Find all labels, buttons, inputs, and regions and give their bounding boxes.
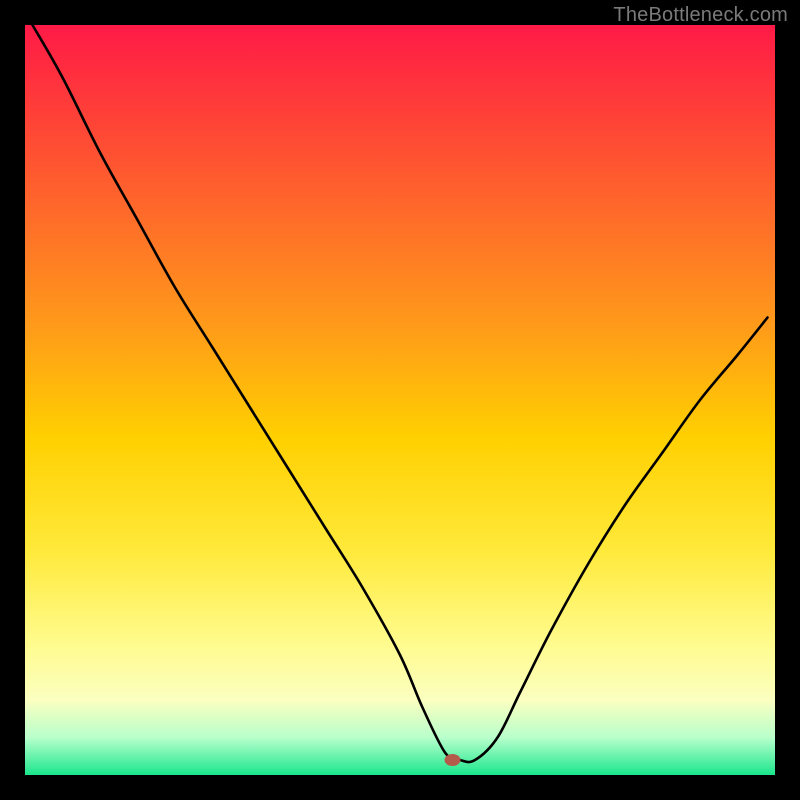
chart-container: TheBottleneck.com <box>0 0 800 800</box>
bottleneck-chart <box>0 0 800 800</box>
plot-background <box>25 25 775 775</box>
optimal-marker <box>445 754 461 766</box>
